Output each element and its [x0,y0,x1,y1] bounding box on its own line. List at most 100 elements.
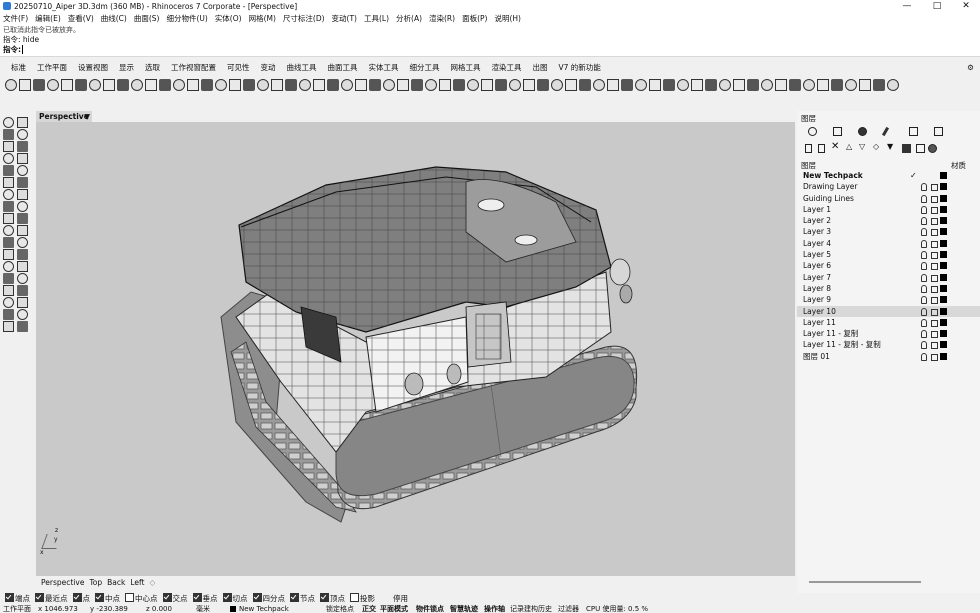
toolbar-command-icon[interactable] [75,79,87,91]
left-tool-icon[interactable] [3,213,14,224]
toolbar-tab[interactable]: 工作平面 [37,61,67,75]
toolbar-command-icon[interactable] [677,79,689,91]
toolbar-command-icon[interactable] [271,79,283,91]
toolbar-command-icon[interactable] [761,79,773,91]
status-gumball[interactable]: 操作轴 [484,605,505,613]
toolbar-command-icon[interactable] [887,79,899,91]
display-tab-icon[interactable] [881,126,890,137]
left-tool-icon[interactable] [3,117,14,128]
command-prompt[interactable]: 指令: [0,45,980,57]
move-to-parent-icon[interactable]: ◇ [873,142,879,151]
menu-item[interactable]: 分析(A) [396,13,422,25]
osnap-option[interactable]: 点 [72,593,90,604]
toolbar-tab[interactable]: 可见性 [227,61,250,75]
left-tool-icon[interactable] [3,237,14,248]
osnap-checkbox[interactable] [290,593,299,602]
toolbar-command-icon[interactable] [425,79,437,91]
toolbar-tab[interactable]: 设置视图 [78,61,108,75]
osnap-option[interactable]: 中心点 [125,593,158,604]
toolbar-command-icon[interactable] [705,79,717,91]
osnap-checkbox[interactable] [350,593,359,602]
left-tool-icon[interactable] [3,249,14,260]
menu-item[interactable]: 工具(L) [364,13,389,25]
minimize-button[interactable]: — [897,1,917,11]
osnap-checkbox[interactable] [5,593,14,602]
layer-visibility-bulb-icon[interactable] [921,273,927,282]
left-tool-icon[interactable] [3,129,14,140]
status-ortho[interactable]: 正交 [362,605,376,613]
toolbar-command-icon[interactable] [257,79,269,91]
toolbar-command-icon[interactable] [635,79,647,91]
toolbar-command-icon[interactable] [355,79,367,91]
toolbar-settings-gear-icon[interactable]: ⚙ [967,61,974,75]
left-tool-icon[interactable] [3,141,14,152]
toolbar-command-icon[interactable] [19,79,31,91]
add-viewport-tab-icon[interactable]: ◇ [149,577,155,589]
left-tool-icon[interactable] [17,273,28,284]
menu-item[interactable]: 变动(T) [332,13,357,25]
layer-visibility-bulb-icon[interactable] [921,239,927,248]
left-tool-icon[interactable] [3,297,14,308]
layer-color-swatch[interactable] [940,183,947,191]
osnap-option[interactable]: 端点 [5,593,30,604]
toolbar-tab[interactable]: 工作视窗配置 [171,61,216,75]
toolbar-command-icon[interactable] [509,79,521,91]
layer-visibility-bulb-icon[interactable] [921,341,927,350]
layer-row[interactable]: Layer 11 - 复制 - 复制 [797,339,980,350]
toolbar-command-icon[interactable] [131,79,143,91]
toolbar-tab[interactable]: 标准 [11,61,26,75]
osnap-disable-toggle[interactable]: 停用 [393,593,408,604]
layer-row[interactable]: Layer 8 [797,283,980,294]
toolbar-command-icon[interactable] [579,79,591,91]
left-tool-icon[interactable] [17,177,28,188]
toolbar-command-icon[interactable] [47,79,59,91]
left-tool-icon[interactable] [3,165,14,176]
left-tool-icon[interactable] [17,237,28,248]
layer-row[interactable]: Guiding Lines [797,193,980,204]
layer-row[interactable]: Layer 2 [797,215,980,226]
close-button[interactable]: ✕ [956,1,976,11]
layer-lock-icon[interactable] [931,297,938,305]
layer-visibility-bulb-icon[interactable] [921,194,927,203]
left-tool-icon[interactable] [3,285,14,296]
toolbar-tab[interactable]: 曲面工具 [328,61,358,75]
left-tool-icon[interactable] [17,117,28,128]
toolbar-command-icon[interactable] [733,79,745,91]
viewport-title-tab[interactable]: Perspective ▼ [36,111,92,122]
help-icon[interactable] [928,144,937,153]
left-tool-icon[interactable] [17,213,28,224]
toolbar-command-icon[interactable] [383,79,395,91]
toolbar-tab[interactable]: 变动 [261,61,276,75]
move-up-icon[interactable]: △ [846,142,852,151]
toolbar-command-icon[interactable] [621,79,633,91]
tools-icon[interactable] [902,144,911,153]
layer-visibility-bulb-icon[interactable] [921,352,927,361]
viewport-menu-arrow-icon[interactable]: ▼ [81,111,90,122]
layer-lock-icon[interactable] [931,274,938,282]
materials-tab-icon[interactable] [858,127,867,136]
layer-lock-icon[interactable] [931,184,938,192]
left-tool-icon[interactable] [3,201,14,212]
layer-lock-icon[interactable] [931,229,938,237]
layer-row[interactable]: Layer 11 - 复制 [797,328,980,339]
toolbar-command-icon[interactable] [789,79,801,91]
panel-scrollbar[interactable] [809,581,921,583]
help-tab-icon[interactable] [934,127,943,136]
layer-row[interactable]: Layer 10 [797,305,980,317]
menu-item[interactable]: 说明(H) [494,13,521,25]
toolbar-command-icon[interactable] [5,79,17,91]
move-down-icon[interactable]: ▽ [859,142,865,151]
toolbar-command-icon[interactable] [103,79,115,91]
layer-row[interactable]: Layer 3 [797,226,980,237]
status-layer[interactable]: New Techpack [239,605,289,613]
osnap-option[interactable]: 交点 [162,593,188,604]
toolbar-command-icon[interactable] [719,79,731,91]
layer-color-swatch[interactable] [940,194,947,202]
layer-visibility-bulb-icon[interactable] [921,217,927,226]
toolbar-command-icon[interactable] [327,79,339,91]
menu-item[interactable]: 细分物件(U) [166,13,207,25]
layer-visibility-bulb-icon[interactable] [921,307,927,316]
toolbar-command-icon[interactable] [831,79,843,91]
toolbar-command-icon[interactable] [243,79,255,91]
layer-color-swatch[interactable] [940,296,947,304]
